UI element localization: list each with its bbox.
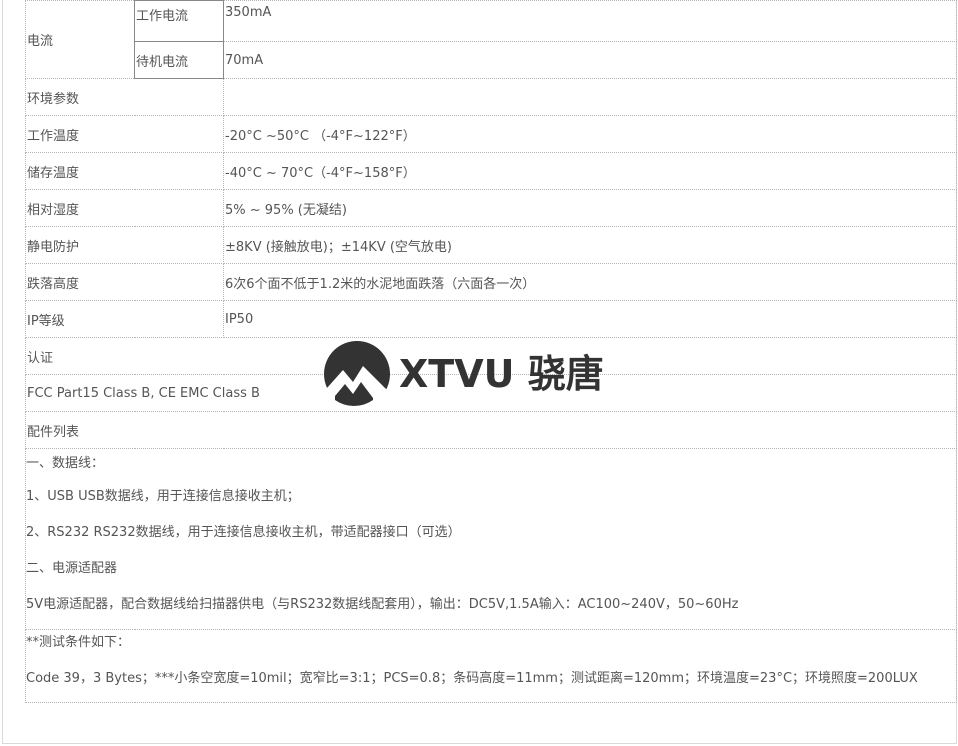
test-conditions-block: **测试条件如下： Code 39，3 Bytes；***小条空宽度=10mil… xyxy=(25,629,957,703)
spec-value: ±8KV (接触放电)；±14KV (空气放电) xyxy=(223,226,957,264)
spec-label: 相对湿度 xyxy=(25,189,224,227)
spec-label: IP等级 xyxy=(25,300,224,338)
test-condition-line: Code 39，3 Bytes；***小条空宽度=10mil；宽窄比=3:1；P… xyxy=(26,671,918,686)
spec-row: IP等级 IP50 xyxy=(25,300,957,338)
spec-label: 静电防护 xyxy=(25,226,224,264)
certification-header-row: 认证 xyxy=(25,337,957,375)
spec-label: 环境参数 xyxy=(25,78,224,116)
spec-sublabel-working-current: 工作电流 xyxy=(134,0,224,42)
spec-label: 跌落高度 xyxy=(25,263,224,301)
accessories-line: 1、USB USB数据线，用于连接信息接收主机； xyxy=(26,489,300,504)
spec-value-standby-current: 70mA xyxy=(223,41,957,79)
spec-row: 工作温度 -20°C ~50°C （-4°F~122°F） xyxy=(25,115,957,153)
certification-value: FCC Part15 Class B, CE EMC Class B xyxy=(25,374,957,412)
accessories-line: 一、数据线： xyxy=(26,456,105,471)
spec-value: IP50 xyxy=(223,300,957,338)
accessories-line: 2、RS232 RS232数据线，用于连接信息接收主机，带适配器接口（可选） xyxy=(26,525,461,540)
spec-row-current-working: 电流 工作电流 350mA xyxy=(25,0,957,79)
spec-value: -20°C ~50°C （-4°F~122°F） xyxy=(223,115,957,153)
accessories-line: 5V电源适配器，配合数据线给扫描器供电（与RS232数据线配套用），输出：DC5… xyxy=(26,597,739,612)
spec-row: 静电防护 ±8KV (接触放电)；±14KV (空气放电) xyxy=(25,226,957,264)
spec-label: 储存温度 xyxy=(25,152,224,190)
test-conditions-row: **测试条件如下： Code 39，3 Bytes；***小条空宽度=10mil… xyxy=(25,629,957,703)
spec-value: 6次6个面不低于1.2米的水泥地面跌落（六面各一次） xyxy=(223,263,957,301)
accessories-block-row: 一、数据线： 1、USB USB数据线，用于连接信息接收主机； 2、RS232 … xyxy=(25,448,957,630)
spec-row: 储存温度 -40°C ~ 70°C（-4°F~158°F） xyxy=(25,152,957,190)
accessories-header: 配件列表 xyxy=(25,411,957,449)
spec-sublabel-standby-current: 待机电流 xyxy=(134,41,224,79)
spec-table: 电流 工作电流 350mA 待机电流 70mA 环境参数 工作温度 -20°C … xyxy=(25,0,957,703)
spec-value-working-current: 350mA xyxy=(223,0,957,42)
certification-header: 认证 xyxy=(25,337,957,375)
spec-label: 工作温度 xyxy=(25,115,224,153)
certification-value-row: FCC Part15 Class B, CE EMC Class B xyxy=(25,374,957,412)
accessories-header-row: 配件列表 xyxy=(25,411,957,449)
spec-value xyxy=(223,78,957,116)
spec-row: 跌落高度 6次6个面不低于1.2米的水泥地面跌落（六面各一次） xyxy=(25,263,957,301)
spec-value: -40°C ~ 70°C（-4°F~158°F） xyxy=(223,152,957,190)
accessories-line: 二、电源适配器 xyxy=(26,561,118,576)
spec-label-current: 电流 xyxy=(25,0,135,79)
spec-row: 相对湿度 5% ~ 95% (无凝结) xyxy=(25,189,957,227)
spec-value: 5% ~ 95% (无凝结) xyxy=(223,189,957,227)
test-condition-line: **测试条件如下： xyxy=(26,635,131,650)
accessories-block: 一、数据线： 1、USB USB数据线，用于连接信息接收主机； 2、RS232 … xyxy=(25,448,957,630)
spec-row-current-standby: 待机电流 70mA xyxy=(26,41,957,79)
spec-row: 环境参数 xyxy=(25,78,957,116)
